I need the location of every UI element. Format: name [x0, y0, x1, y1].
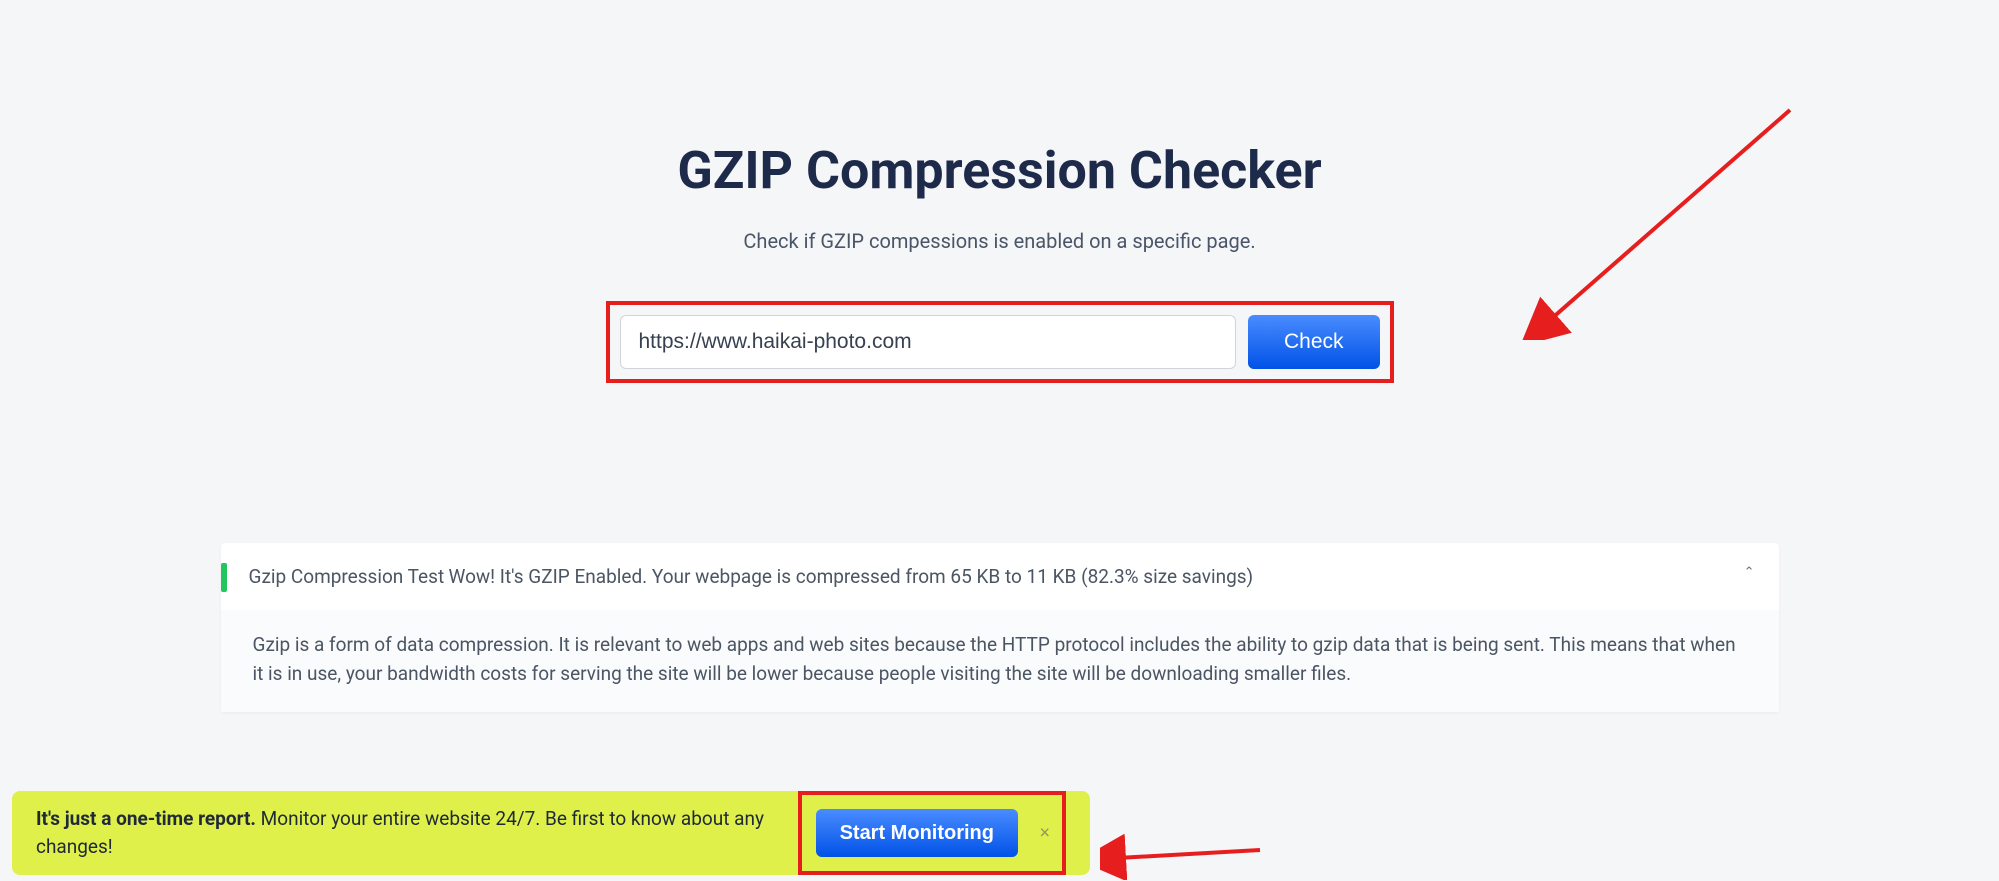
- banner-button-highlight: Start Monitoring ×: [798, 791, 1066, 875]
- results-card: Gzip Compression Test Wow! It's GZIP Ena…: [221, 543, 1779, 712]
- result-description: Gzip is a form of data compression. It i…: [221, 610, 1779, 713]
- banner-text: It's just a one-time report. Monitor you…: [36, 805, 798, 862]
- annotation-arrow-icon: [1100, 820, 1280, 880]
- chevron-up-icon: ⌃: [1744, 565, 1755, 580]
- page-subtitle: Check if GZIP compessions is enabled on …: [0, 229, 1999, 253]
- url-form-highlight: Check: [606, 301, 1394, 383]
- page-title: GZIP Compression Checker: [0, 140, 1999, 201]
- url-input[interactable]: [620, 315, 1236, 369]
- result-accordion-header[interactable]: Gzip Compression Test Wow! It's GZIP Ena…: [221, 543, 1779, 610]
- check-button[interactable]: Check: [1248, 315, 1380, 369]
- result-test-name: Gzip Compression Test: [249, 563, 449, 592]
- result-summary: Wow! It's GZIP Enabled. Your webpage is …: [449, 563, 1751, 592]
- status-bar-success: [221, 563, 227, 592]
- close-icon[interactable]: ×: [1039, 823, 1050, 844]
- promo-banner: It's just a one-time report. Monitor you…: [12, 791, 1090, 875]
- start-monitoring-button[interactable]: Start Monitoring: [816, 809, 1018, 857]
